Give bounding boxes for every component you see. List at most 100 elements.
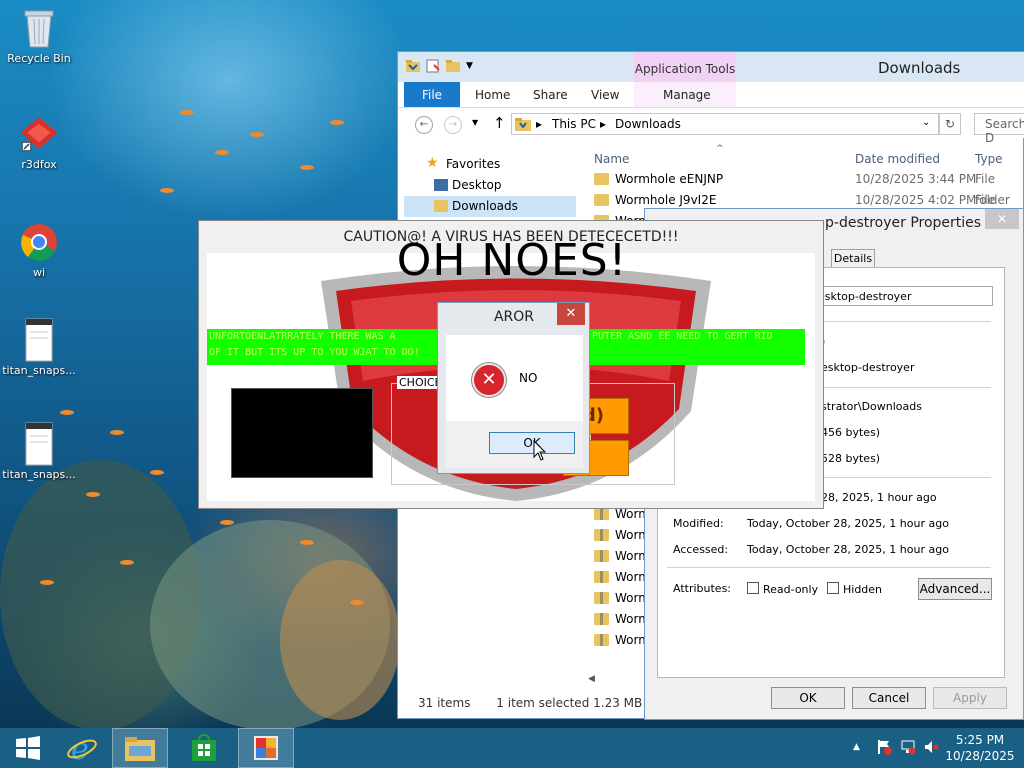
- refresh-button[interactable]: ↻: [939, 113, 961, 135]
- properties-title: p-destroyer Properties: [825, 215, 982, 231]
- apply-button[interactable]: Apply: [933, 687, 1007, 709]
- size-value: 456 bytes): [821, 426, 881, 439]
- desktop-icon-label: r3dfox: [21, 158, 57, 171]
- chrome-icon: [19, 220, 59, 264]
- desktop-icon-label: wi: [32, 266, 46, 279]
- column-header-date[interactable]: Date modified: [855, 152, 940, 166]
- readonly-checkbox[interactable]: [747, 582, 759, 594]
- banner-line-1-end: PUTER ASND EE NEED TO GERT RID: [592, 331, 773, 342]
- network-icon[interactable]: [900, 739, 916, 758]
- qat-dropdown-icon[interactable]: ▼: [466, 59, 473, 73]
- new-folder-icon[interactable]: [446, 59, 460, 73]
- fish-decoration: [60, 410, 74, 415]
- star-icon: ★: [426, 155, 439, 171]
- fish-decoration: [220, 520, 234, 525]
- tab-share[interactable]: Share: [533, 82, 568, 107]
- fish-decoration: [160, 188, 174, 193]
- desktop-icon-recycle-bin[interactable]: Recycle Bin: [2, 6, 76, 65]
- desktop-icon-titan-snaps-1[interactable]: titan_snaps...: [2, 318, 76, 377]
- ok-button[interactable]: OK: [771, 687, 845, 709]
- desktop-icon-r3dfox[interactable]: r3dfox: [2, 112, 76, 171]
- windows-logo-icon: [16, 736, 40, 760]
- tab-details[interactable]: Details: [831, 249, 875, 268]
- show-hidden-icons-button[interactable]: ▲: [853, 742, 860, 752]
- fish-decoration: [350, 600, 364, 605]
- close-button[interactable]: ✕: [985, 209, 1019, 229]
- modified-label: Modified:: [673, 517, 724, 530]
- scroll-left-arrow-icon[interactable]: ◀: [588, 674, 595, 684]
- start-button[interactable]: [0, 728, 56, 768]
- file-name-field[interactable]: esktop-destroyer: [813, 286, 993, 306]
- search-input[interactable]: Search D: [974, 113, 1024, 145]
- quick-access-toolbar: ▼: [406, 59, 473, 73]
- up-button[interactable]: ↑: [493, 114, 506, 132]
- dialog-body: ✕ NO OK: [446, 335, 583, 468]
- desktop-icon-titan-snaps-2[interactable]: titan_snaps...: [2, 422, 76, 481]
- nav-desktop-label: Desktop: [452, 178, 502, 192]
- fish-decoration: [120, 560, 134, 565]
- cancel-button[interactable]: Cancel: [852, 687, 926, 709]
- internet-explorer-icon: e: [67, 732, 97, 764]
- properties-icon[interactable]: [426, 59, 440, 73]
- tab-file[interactable]: File: [404, 82, 460, 107]
- fish-decoration: [300, 540, 314, 545]
- column-header-type[interactable]: Type: [975, 152, 1003, 166]
- dialog-ok-button[interactable]: OK: [489, 432, 575, 454]
- nav-downloads[interactable]: Downloads: [404, 196, 576, 217]
- file-date: 10/28/2025 3:44 PM: [855, 172, 977, 186]
- error-icon: ✕: [472, 363, 506, 397]
- readonly-label: Read-only: [763, 583, 819, 596]
- desktop-icon-label: Recycle Bin: [7, 52, 71, 65]
- breadcrumb-downloads[interactable]: Downloads: [615, 117, 681, 131]
- sort-arrow-icon: ^: [716, 144, 724, 154]
- action-center-flag-icon[interactable]: [876, 739, 892, 758]
- zip-folder-icon: [594, 592, 609, 604]
- advanced-button[interactable]: Advanced...: [918, 578, 992, 600]
- address-box[interactable]: ▸ This PC ▸ Downloads ⌄: [511, 113, 939, 135]
- fish-decoration: [86, 492, 100, 497]
- breadcrumb-separator: ▸: [536, 117, 543, 131]
- taskbar-virus-app[interactable]: [238, 728, 294, 768]
- volume-icon[interactable]: [923, 739, 939, 758]
- size-on-disk-value: 528 bytes): [821, 452, 881, 465]
- black-panel: [231, 388, 373, 478]
- desktop-icon-chrome[interactable]: wi: [2, 220, 76, 279]
- fish-decoration: [40, 580, 54, 585]
- application-tools-header: Application Tools: [634, 52, 736, 82]
- zip-folder-icon: [594, 634, 609, 646]
- taskbar-store[interactable]: [176, 728, 232, 768]
- breadcrumb-this-pc[interactable]: This PC: [552, 117, 596, 131]
- recent-locations-icon[interactable]: ▼: [472, 118, 478, 127]
- recycle-bin-icon: [19, 6, 59, 50]
- desktop-icon-label: titan_snaps...: [2, 364, 76, 377]
- chevron-down-icon[interactable]: ⌄: [922, 117, 930, 128]
- document-icon: [19, 422, 59, 466]
- location-value: strator\Downloads: [821, 400, 922, 413]
- taskbar: e ▲ 5:25 PM 10/28/2025: [0, 728, 1024, 768]
- banner-line-1: UNFORTOENLATRRATELY THERE WAS A: [209, 331, 396, 342]
- taskbar-file-explorer[interactable]: [112, 728, 168, 768]
- tab-home[interactable]: Home: [475, 82, 510, 107]
- taskbar-internet-explorer[interactable]: e: [54, 728, 110, 768]
- banner-line-2: OF IT BUT ITS UP TO YOU WJAT TO DO!: [209, 347, 420, 358]
- ribbon-tabs: File Home Share View Manage: [398, 82, 1024, 108]
- virus-app-icon: [254, 736, 278, 760]
- nav-desktop[interactable]: Desktop: [404, 175, 576, 196]
- nav-downloads-label: Downloads: [452, 199, 518, 213]
- error-dialog: AROR ✕ ✕ NO OK: [437, 302, 590, 474]
- downloads-folder-icon: [515, 118, 531, 131]
- nav-favorites[interactable]: ★ Favorites: [404, 154, 576, 175]
- column-header-name[interactable]: Name: [594, 152, 629, 166]
- attributes-label: Attributes:: [673, 582, 732, 595]
- mouse-cursor-icon: [533, 440, 547, 461]
- dialog-close-button[interactable]: ✕: [557, 303, 585, 325]
- hidden-checkbox[interactable]: [827, 582, 839, 594]
- file-row[interactable]: Wormhole eENJNP 10/28/2025 3:44 PM File …: [594, 169, 1024, 207]
- back-button[interactable]: ←: [415, 116, 433, 134]
- tab-manage[interactable]: Manage: [663, 82, 711, 107]
- clock-time: 5:25 PM: [955, 733, 1005, 747]
- taskbar-clock[interactable]: 5:25 PM 10/28/2025: [940, 732, 1020, 764]
- downloads-folder-icon: [434, 200, 448, 212]
- tab-view[interactable]: View: [591, 82, 619, 107]
- forward-button[interactable]: →: [444, 116, 462, 134]
